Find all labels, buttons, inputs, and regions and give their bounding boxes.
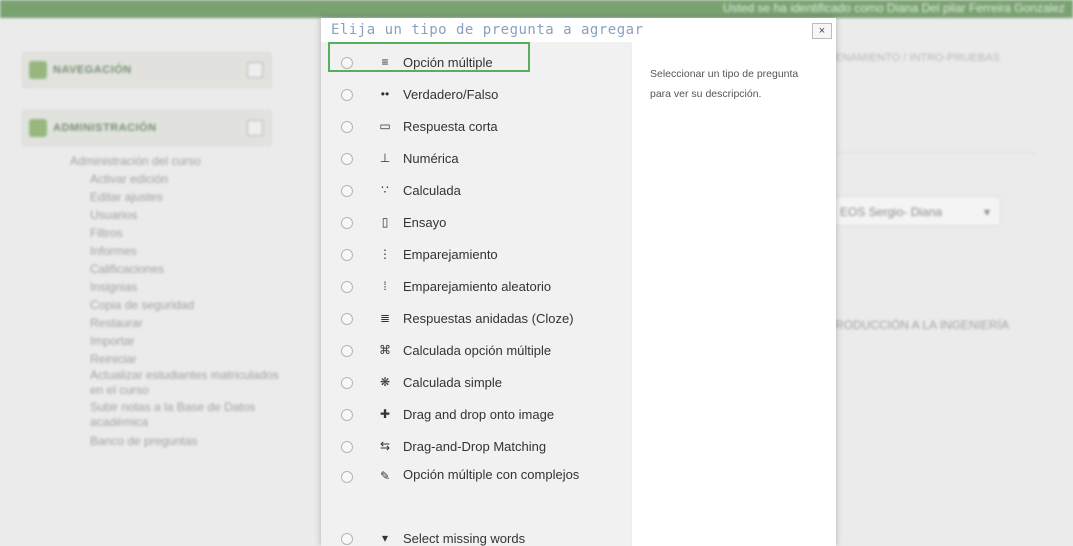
radio-button[interactable] (341, 281, 353, 293)
selected-option-highlight (328, 42, 530, 72)
question-type-option[interactable]: ⊥ Numérica (321, 144, 631, 174)
question-type-option[interactable]: ≣ Respuestas anidadas (Cloze) (321, 304, 631, 334)
question-type-label: Respuestas anidadas (Cloze) (403, 311, 574, 326)
question-type-list: ≡ Opción múltiple •• Verdadero/Falso ▭ Respue… (321, 42, 631, 546)
question-type-icon: ∵ (381, 183, 389, 197)
question-type-icon: ▯ (381, 215, 389, 229)
description-text: Seleccionar un tipo de pregunta para ver… (650, 68, 799, 100)
question-type-icon: ≣ (379, 311, 391, 325)
radio-button[interactable] (341, 471, 353, 483)
question-type-icon: ⁞ (383, 279, 387, 293)
radio-button[interactable] (341, 345, 353, 357)
question-type-icon: ⊥ (379, 151, 391, 165)
question-type-option[interactable]: ⋮ Emparejamiento (321, 240, 631, 270)
question-type-icon: •• (380, 87, 390, 101)
question-type-label: Select missing words (403, 531, 526, 546)
question-type-label: Drag and drop onto image (403, 407, 555, 422)
question-type-label: Calculada simple (403, 375, 502, 390)
question-type-option[interactable]: ⁞ Emparejamiento aleatorio (321, 272, 631, 302)
question-type-option[interactable]: ⇆ Drag-and-Drop Matching (321, 432, 631, 462)
question-type-option[interactable]: ▯ Ensayo (321, 208, 631, 238)
question-type-option[interactable]: •• Verdadero/Falso (321, 80, 631, 110)
question-type-icon: ❋ (379, 375, 391, 389)
question-type-option[interactable]: ❋ Calculada simple (321, 368, 631, 398)
question-type-label: Verdadero/Falso (403, 87, 499, 102)
radio-button[interactable] (341, 377, 353, 389)
question-type-icon: ▾ (381, 531, 389, 545)
question-type-icon: ✚ (379, 407, 391, 421)
dialog-title: Elija un tipo de pregunta a agregar (331, 22, 644, 38)
radio-button[interactable] (341, 89, 353, 101)
question-type-dialog: Elija un tipo de pregunta a agregar × ≡ O… (321, 18, 836, 546)
question-type-option[interactable]: ▾ Select missing words (321, 524, 631, 546)
question-type-option[interactable]: ∵ Calculada (321, 176, 631, 206)
question-type-label: Calculada opción múltiple (403, 343, 552, 358)
question-type-icon: ✎ (379, 469, 391, 483)
question-type-label: Emparejamiento aleatorio (403, 279, 552, 294)
question-type-icon: ⇆ (379, 439, 391, 453)
question-type-label: Opción múltiple con complejos (403, 467, 580, 482)
radio-button[interactable] (341, 533, 353, 545)
radio-button[interactable] (341, 313, 353, 325)
radio-button[interactable] (341, 217, 353, 229)
radio-button[interactable] (341, 249, 353, 261)
question-type-label: Respuesta corta (403, 119, 498, 134)
question-type-option[interactable]: ▭ Respuesta corta (321, 112, 631, 142)
radio-button[interactable] (341, 153, 353, 165)
question-type-option[interactable]: ✚ Drag and drop onto image (321, 400, 631, 430)
question-type-icon: ⌘ (379, 343, 391, 357)
close-button[interactable]: × (812, 23, 832, 39)
question-type-icon: ⋮ (379, 247, 391, 261)
radio-button[interactable] (341, 409, 353, 421)
radio-button[interactable] (341, 121, 353, 133)
question-type-label: Emparejamiento (403, 247, 498, 262)
question-type-option[interactable]: ⌘ Calculada opción múltiple (321, 336, 631, 366)
description-panel: Seleccionar un tipo de pregunta para ver… (631, 42, 836, 546)
question-type-option[interactable]: ✎ Opción múltiple con complejos (321, 464, 631, 512)
question-type-label: Drag-and-Drop Matching (403, 439, 547, 454)
radio-button[interactable] (341, 185, 353, 197)
radio-button[interactable] (341, 441, 353, 453)
question-type-label: Numérica (403, 151, 459, 166)
question-type-label: Calculada (403, 183, 461, 198)
question-type-icon: ▭ (379, 119, 391, 133)
question-type-label: Ensayo (403, 215, 447, 230)
